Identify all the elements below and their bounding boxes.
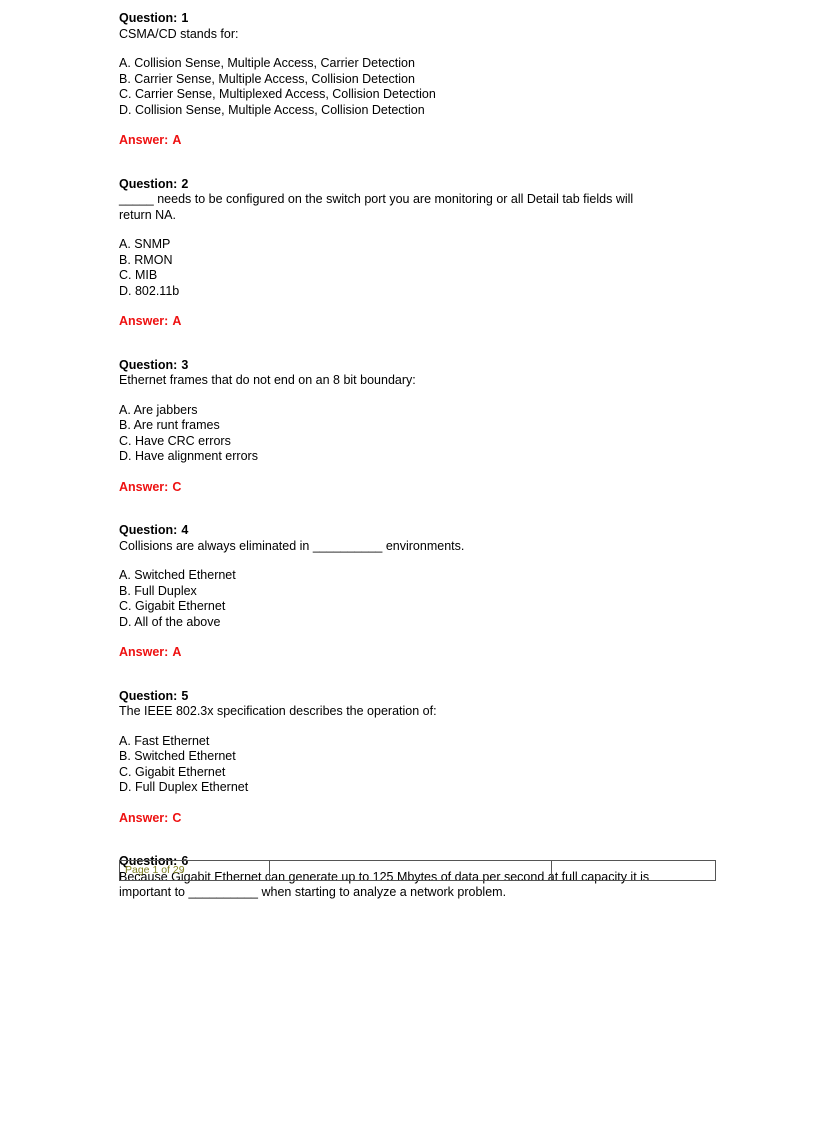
option-list: A. Collision Sense, Multiple Access, Car… [119,56,697,118]
answer-label: Answer: [119,810,169,825]
question-block: Question: 5 The IEEE 802.3x specification… [119,689,697,827]
answer-value: A [172,645,182,659]
table-row: Page 1 of 29 [119,860,716,881]
question-number: 4 [181,523,189,537]
answer-line: Answer: A [119,314,697,330]
question-label: Question: [119,176,178,191]
question-number: 5 [181,688,189,703]
question-label: Question: [119,357,178,372]
answer-value: A [172,314,182,328]
option-item: B. Switched Ethernet [119,749,236,763]
option-list: A. Fast Ethernet B. Switched Ethernet C.… [119,734,697,796]
option-item: C. Carrier Sense, Multiplexed Access, Co… [119,87,436,101]
document-body: Question: 1 CSMA/CD stands for: A. Collis… [119,11,697,915]
footer-cell-center [269,860,552,881]
option-item: A. Switched Ethernet [119,568,236,582]
option-item: D. Collision Sense, Multiple Access, Col… [119,102,425,117]
option-item: B. Full Duplex [119,583,197,598]
answer-label: Answer: [119,133,169,147]
question-label: Question: [119,688,178,703]
answer-value: C [172,810,182,825]
question-stem: The IEEE 802.3x specification describes … [119,704,437,718]
option-item: C. Gigabit Ethernet [119,599,226,613]
footer-cell-right [551,860,716,881]
answer-label: Answer: [119,645,169,659]
option-list: A. Are jabbers B. Are runt frames C. Hav… [119,403,697,465]
option-item: A. SNMP [119,237,171,251]
option-list: A. SNMP B. RMON C. MIB D. 802.11b [119,237,697,299]
question-block: Question: 3 Ethernet frames that do not e… [119,358,697,496]
answer-line: Answer: C [119,480,697,496]
question-number: 3 [181,357,189,372]
option-item: D. Have alignment errors [119,449,258,463]
question-heading: Question: 1 [119,11,697,27]
answer-line: Answer: C [119,811,697,827]
option-item: B. Carrier Sense, Multiple Access, Colli… [119,71,415,86]
question-heading: Question: 5 [119,689,697,705]
question-stem: Ethernet frames that do not end on an 8 … [119,373,416,387]
question-heading: Question: 4 [119,523,697,539]
answer-value: C [172,479,182,494]
option-item: C. MIB [119,268,158,282]
answer-label: Answer: [119,314,169,328]
question-label: Question: [119,523,178,537]
answer-label: Answer: [119,479,169,494]
page-footer-table: Page 1 of 29 [119,860,716,881]
question-number: 2 [181,176,189,191]
option-item: D. 802.11b [119,283,180,298]
question-block: Question: 1 CSMA/CD stands for: A. Collis… [119,11,697,149]
question-number: 1 [181,11,189,25]
answer-value: A [172,133,182,147]
question-label: Question: [119,11,178,25]
option-item: B. Are runt frames [119,418,220,432]
question-block: Question: 4 Collisions are always elimina… [119,523,697,661]
question-heading: Question: 2 [119,177,697,193]
option-item: C. Have CRC errors [119,433,231,448]
page-indicator: Page 1 of 29 [125,864,185,876]
option-item: C. Gigabit Ethernet [119,764,226,779]
option-item: A. Collision Sense, Multiple Access, Car… [119,56,415,70]
option-item: A. Are jabbers [119,402,198,417]
question-stem: _____ needs to be configured on the swit… [119,192,634,206]
option-item: D. Full Duplex Ethernet [119,780,249,794]
question-stem-continued: important to __________ when starting to… [119,885,507,899]
question-block: Question: 2 _____ needs to be configured … [119,177,697,330]
answer-line: Answer: A [119,645,697,661]
footer-cell-page-number: Page 1 of 29 [119,860,270,881]
option-item: B. RMON [119,252,173,267]
option-item: D. All of the above [119,614,221,629]
question-stem: Collisions are always eliminated in ____… [119,538,465,553]
question-stem: CSMA/CD stands for: [119,26,239,41]
question-stem-continued: return NA. [119,207,176,222]
option-list: A. Switched Ethernet B. Full Duplex C. G… [119,568,697,630]
answer-line: Answer: A [119,133,697,149]
question-heading: Question: 3 [119,358,697,374]
option-item: A. Fast Ethernet [119,733,210,748]
